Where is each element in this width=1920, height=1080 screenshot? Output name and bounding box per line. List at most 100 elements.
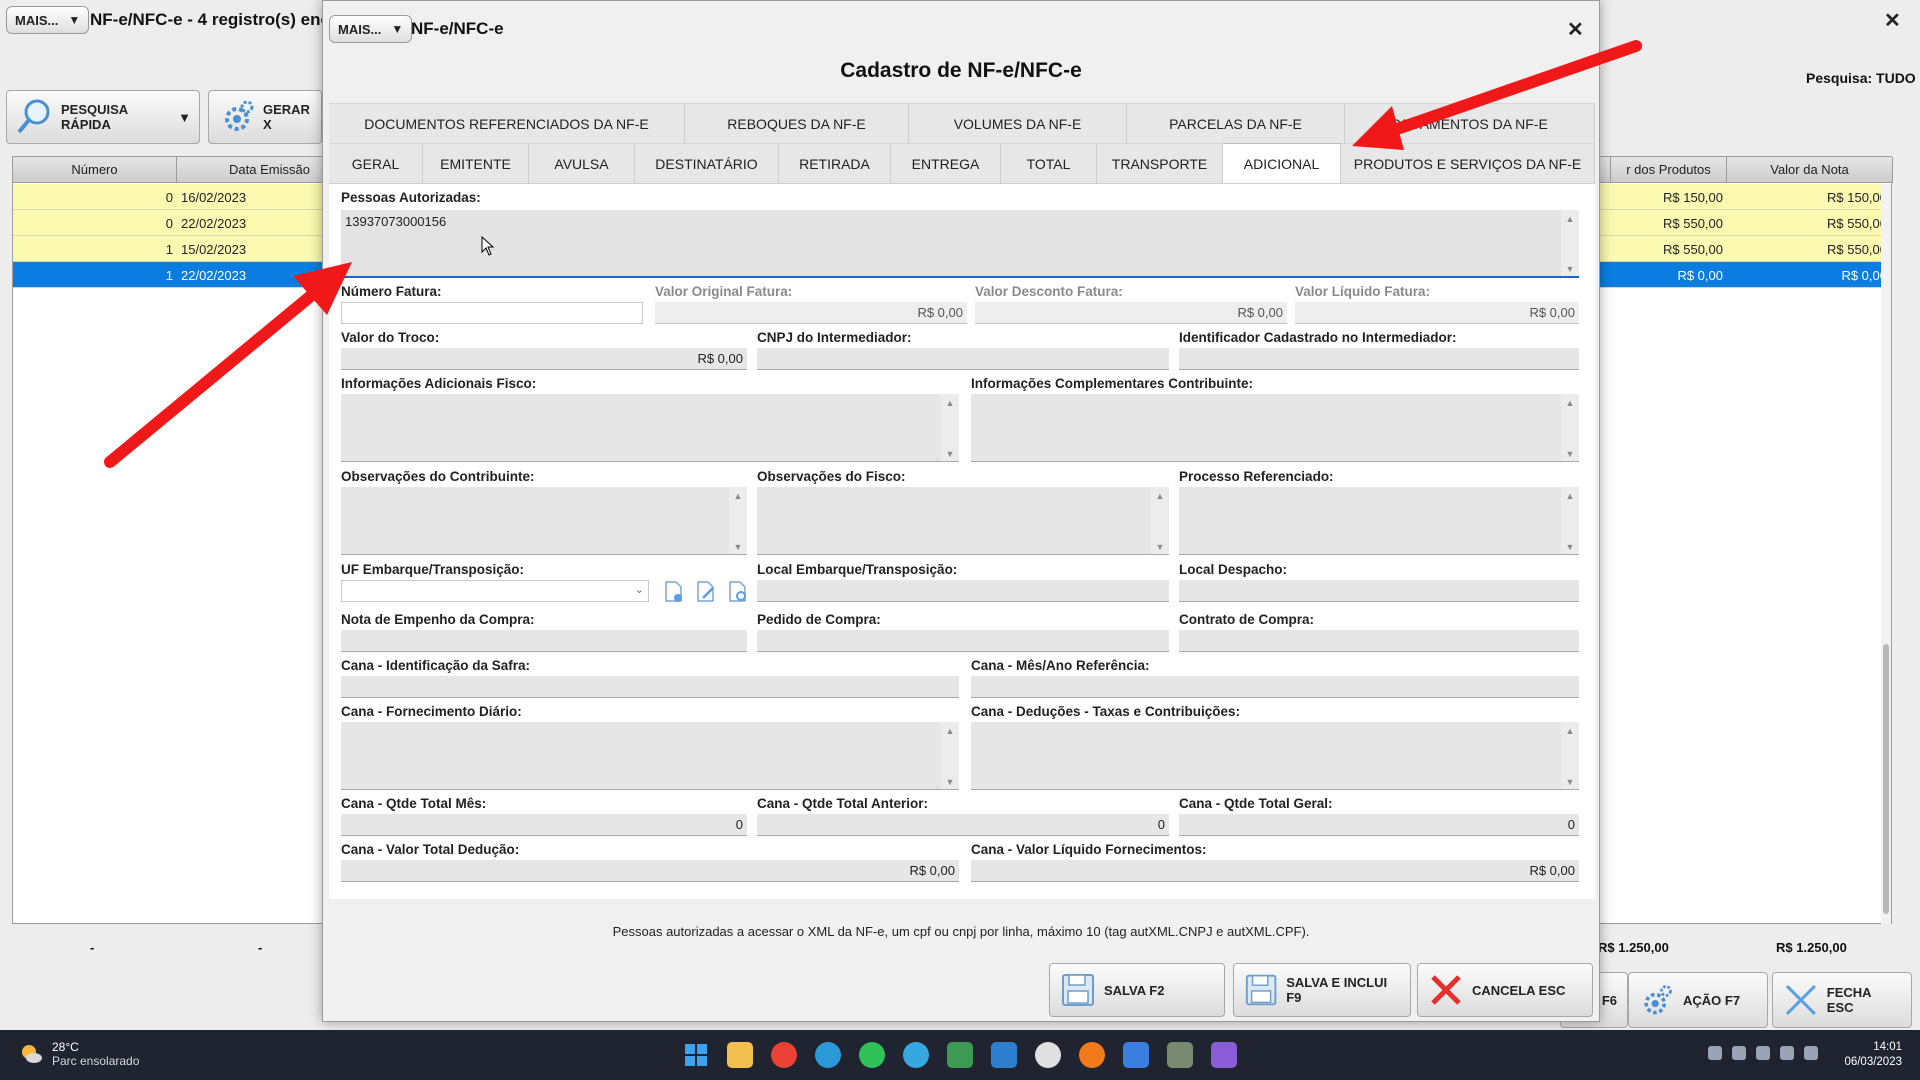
firefox-icon[interactable] [1079,1042,1105,1068]
valor-original-fatura-field[interactable]: R$ 0,00 [655,302,967,324]
cana-deducoes-textarea[interactable]: ▲ ▼ [971,722,1579,790]
textarea-scrollbar[interactable]: ▲ ▼ [1561,210,1579,276]
file-explorer-icon[interactable] [727,1042,753,1068]
textarea-scrollbar[interactable]: ▲ ▼ [1561,722,1579,789]
tab-adicional[interactable]: ADICIONAL [1223,143,1341,183]
notepad-icon[interactable] [1123,1042,1149,1068]
tab-avulsa[interactable]: AVULSA [529,143,635,183]
tab-entrega[interactable]: ENTREGA [891,143,1001,183]
system-clock[interactable]: 14:01 06/03/2023 [1844,1040,1902,1070]
obs-contribuinte-textarea[interactable]: ▲ ▼ [341,487,747,555]
tab-pagamentos[interactable]: PAGAMENTOS DA NF-E [1345,103,1595,143]
cana-valor-deducao-field[interactable]: R$ 0,00 [341,860,959,882]
generate-button[interactable]: GERAR X [208,90,322,144]
valor-desconto-fatura-field[interactable]: R$ 0,00 [975,302,1287,324]
bg-close-button[interactable]: ✕ [1884,8,1901,33]
help-hint: Pessoas autorizadas a acessar o XML da N… [612,924,1310,939]
chrome-icon[interactable] [771,1042,797,1068]
tab-row-top: DOCUMENTOS REFERENCIADOS DA NF-E REBOQUE… [329,103,1595,143]
cana-safra-field[interactable] [341,676,959,698]
cana-qtde-anterior-field[interactable]: 0 [757,814,1169,836]
edit-document-icon[interactable] [695,580,717,604]
contrato-compra-field[interactable] [1179,630,1579,652]
close-icon [1785,985,1816,1015]
tab-transporte[interactable]: TRANSPORTE [1097,143,1223,183]
cana-mes-ano-field[interactable] [971,676,1579,698]
search-document-icon[interactable] [727,580,749,604]
pedido-compra-field[interactable] [757,630,1169,652]
cana-valor-liquido-field[interactable]: R$ 0,00 [971,860,1579,882]
windows-start-icon[interactable] [683,1042,709,1068]
security-icon[interactable] [1732,1046,1746,1060]
tab-total[interactable]: TOTAL [1001,143,1097,183]
info-adic-fisco-label: Informações Adicionais Fisco: [341,376,537,391]
bg-mais-button[interactable]: MAIS... ▼ [6,6,90,34]
tab-destinatario[interactable]: DESTINATÁRIO [635,143,779,183]
modal-mais-button[interactable]: MAIS... ▼ [329,15,413,43]
whatsapp-icon[interactable] [859,1042,885,1068]
tab-retirada[interactable]: RETIRADA [779,143,891,183]
footer-dash: - [90,940,95,955]
volume-icon[interactable] [1804,1046,1818,1060]
fecha-button[interactable]: FECHA ESC [1772,972,1912,1028]
cnpj-intermediador-field[interactable] [757,348,1169,370]
quick-search-button[interactable]: PESQUISA RÁPIDA ▼ [6,90,200,144]
col-header-produtos[interactable]: r dos Produtos [1611,157,1727,183]
tab-produtos-servicos[interactable]: PRODUTOS E SERVIÇOS DA NF-E [1341,143,1595,183]
tab-parcelas[interactable]: PARCELAS DA NF-E [1127,103,1345,143]
telegram-icon[interactable] [903,1042,929,1068]
cloud-icon[interactable] [1756,1046,1770,1060]
salva-button[interactable]: SALVA F2 [1049,963,1225,1017]
textarea-scrollbar[interactable]: ▲ ▼ [1151,487,1169,554]
cana-qtde-mes-field[interactable]: 0 [341,814,747,836]
col-header-numero[interactable]: Número [13,157,177,183]
textarea-scrollbar[interactable]: ▲ ▼ [941,394,959,461]
acao-button[interactable]: AÇÃO F7 [1628,972,1768,1028]
col-header-nota[interactable]: Valor da Nota [1727,157,1893,183]
tab-geral[interactable]: GERAL [329,143,423,183]
usb-icon[interactable] [1708,1046,1722,1060]
cadastro-modal: MAIS... ▼ NF-e/NFC-e ✕ Cadastro de NF-e/… [322,0,1600,1022]
tab-reboques[interactable]: REBOQUES DA NF-E [685,103,909,143]
info-compl-contribuinte-textarea[interactable]: ▲ ▼ [971,394,1579,462]
app-icon[interactable] [1035,1042,1061,1068]
salva-inclui-button[interactable]: SALVA E INCLUI F9 [1233,963,1411,1017]
network-icon[interactable] [1780,1046,1794,1060]
cana-valor-liquido-label: Cana - Valor Líquido Fornecimentos: [971,842,1207,857]
grid-scrollbar-thumb[interactable] [1883,644,1889,914]
pessoas-autorizadas-textarea[interactable]: 13937073000156 ▲ ▼ [341,210,1579,278]
modal-close-button[interactable]: ✕ [1567,17,1584,42]
info-adic-fisco-textarea[interactable]: ▲ ▼ [341,394,959,462]
erp-app-icon[interactable] [1167,1042,1193,1068]
edge-icon[interactable] [815,1042,841,1068]
valor-liquido-fatura-field[interactable]: R$ 0,00 [1295,302,1579,324]
textarea-scrollbar[interactable]: ▲ ▼ [729,487,747,554]
tab-emitente[interactable]: EMITENTE [423,143,529,183]
processo-referenciado-textarea[interactable]: ▲ ▼ [1179,487,1579,555]
local-despacho-field[interactable] [1179,580,1579,602]
media-app-icon[interactable] [1211,1042,1237,1068]
textarea-scrollbar[interactable]: ▲ ▼ [1561,487,1579,554]
tab-documentos-referenciados[interactable]: DOCUMENTOS REFERENCIADOS DA NF-E [329,103,685,143]
remote-desktop-icon[interactable] [991,1042,1017,1068]
numero-fatura-field[interactable] [341,302,643,324]
nota-empenho-label: Nota de Empenho da Compra: [341,612,535,627]
new-document-icon[interactable] [663,580,685,604]
nota-empenho-field[interactable] [341,630,747,652]
info-compl-contribuinte-label: Informações Complementares Contribuinte: [971,376,1254,391]
textarea-scrollbar[interactable]: ▲ ▼ [941,722,959,789]
spreadsheet-icon[interactable] [947,1042,973,1068]
cancela-button[interactable]: CANCELA ESC [1417,963,1593,1017]
identificador-intermediador-field[interactable] [1179,348,1579,370]
weather-widget[interactable]: 28°C Parc ensolarado [18,1040,139,1068]
valor-troco-field[interactable]: R$ 0,00 [341,348,747,370]
cana-qtde-geral-field[interactable]: 0 [1179,814,1579,836]
grid-scrollbar[interactable] [1881,184,1891,924]
cana-fornecimento-textarea[interactable]: ▲ ▼ [341,722,959,790]
tab-volumes[interactable]: VOLUMES DA NF-E [909,103,1127,143]
obs-fisco-textarea[interactable]: ▲ ▼ [757,487,1169,555]
local-embarque-field[interactable] [757,580,1169,602]
textarea-scrollbar[interactable]: ▲ ▼ [1561,394,1579,461]
cana-qtde-anterior-label: Cana - Qtde Total Anterior: [757,796,929,811]
uf-embarque-select[interactable]: ⌄ [341,580,649,602]
